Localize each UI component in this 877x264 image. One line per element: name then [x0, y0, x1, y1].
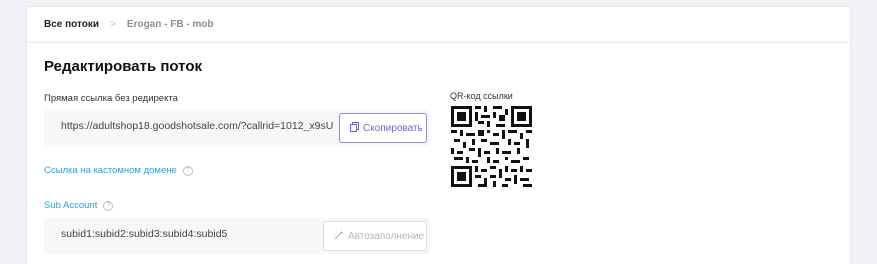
- copy-button-label: Скопировать: [363, 122, 423, 134]
- page-title: Редактировать поток: [44, 58, 203, 75]
- breadcrumb-current: Erogan - FB - mob: [126, 19, 214, 30]
- edit-stream-card: Все потоки > Erogan - FB - mob Редактиро…: [26, 6, 851, 264]
- direct-link-label: Прямая ссылка без редиректа: [44, 93, 178, 104]
- qr-label: QR-код ссылки: [450, 91, 513, 101]
- autofill-button[interactable]: Автозаполнение: [323, 221, 427, 251]
- custom-domain-link[interactable]: Ссылка на кастомном домене?: [44, 165, 193, 176]
- breadcrumb: Все потоки > Erogan - FB - mob: [27, 7, 850, 43]
- help-icon[interactable]: ?: [182, 166, 193, 176]
- magic-wand-icon: [334, 230, 344, 243]
- direct-link-field[interactable]: https://adultshop18.goodshotsale.com/?ca…: [44, 110, 430, 146]
- custom-domain-label[interactable]: Ссылка на кастомном домене: [44, 165, 177, 176]
- direct-link-value[interactable]: https://adultshop18.goodshotsale.com/?ca…: [61, 120, 333, 132]
- sub-account-field[interactable]: subid1:subid2:subid3:subid4:subid5 Автоз…: [44, 218, 430, 254]
- breadcrumb-chevron-icon: >: [110, 19, 116, 30]
- qr-code-image: [451, 106, 532, 187]
- sub-account-label: Sub Account: [44, 200, 98, 211]
- copy-icon: [350, 121, 359, 135]
- autofill-button-label: Автозаполнение: [348, 230, 425, 242]
- help-icon[interactable]: ?: [103, 201, 114, 211]
- copy-button[interactable]: Скопировать: [339, 113, 427, 143]
- sub-account-value[interactable]: subid1:subid2:subid3:subid4:subid5: [61, 228, 333, 240]
- breadcrumb-all-streams[interactable]: Все потоки: [44, 19, 99, 30]
- sub-account-label-row: Sub Account?: [44, 200, 114, 211]
